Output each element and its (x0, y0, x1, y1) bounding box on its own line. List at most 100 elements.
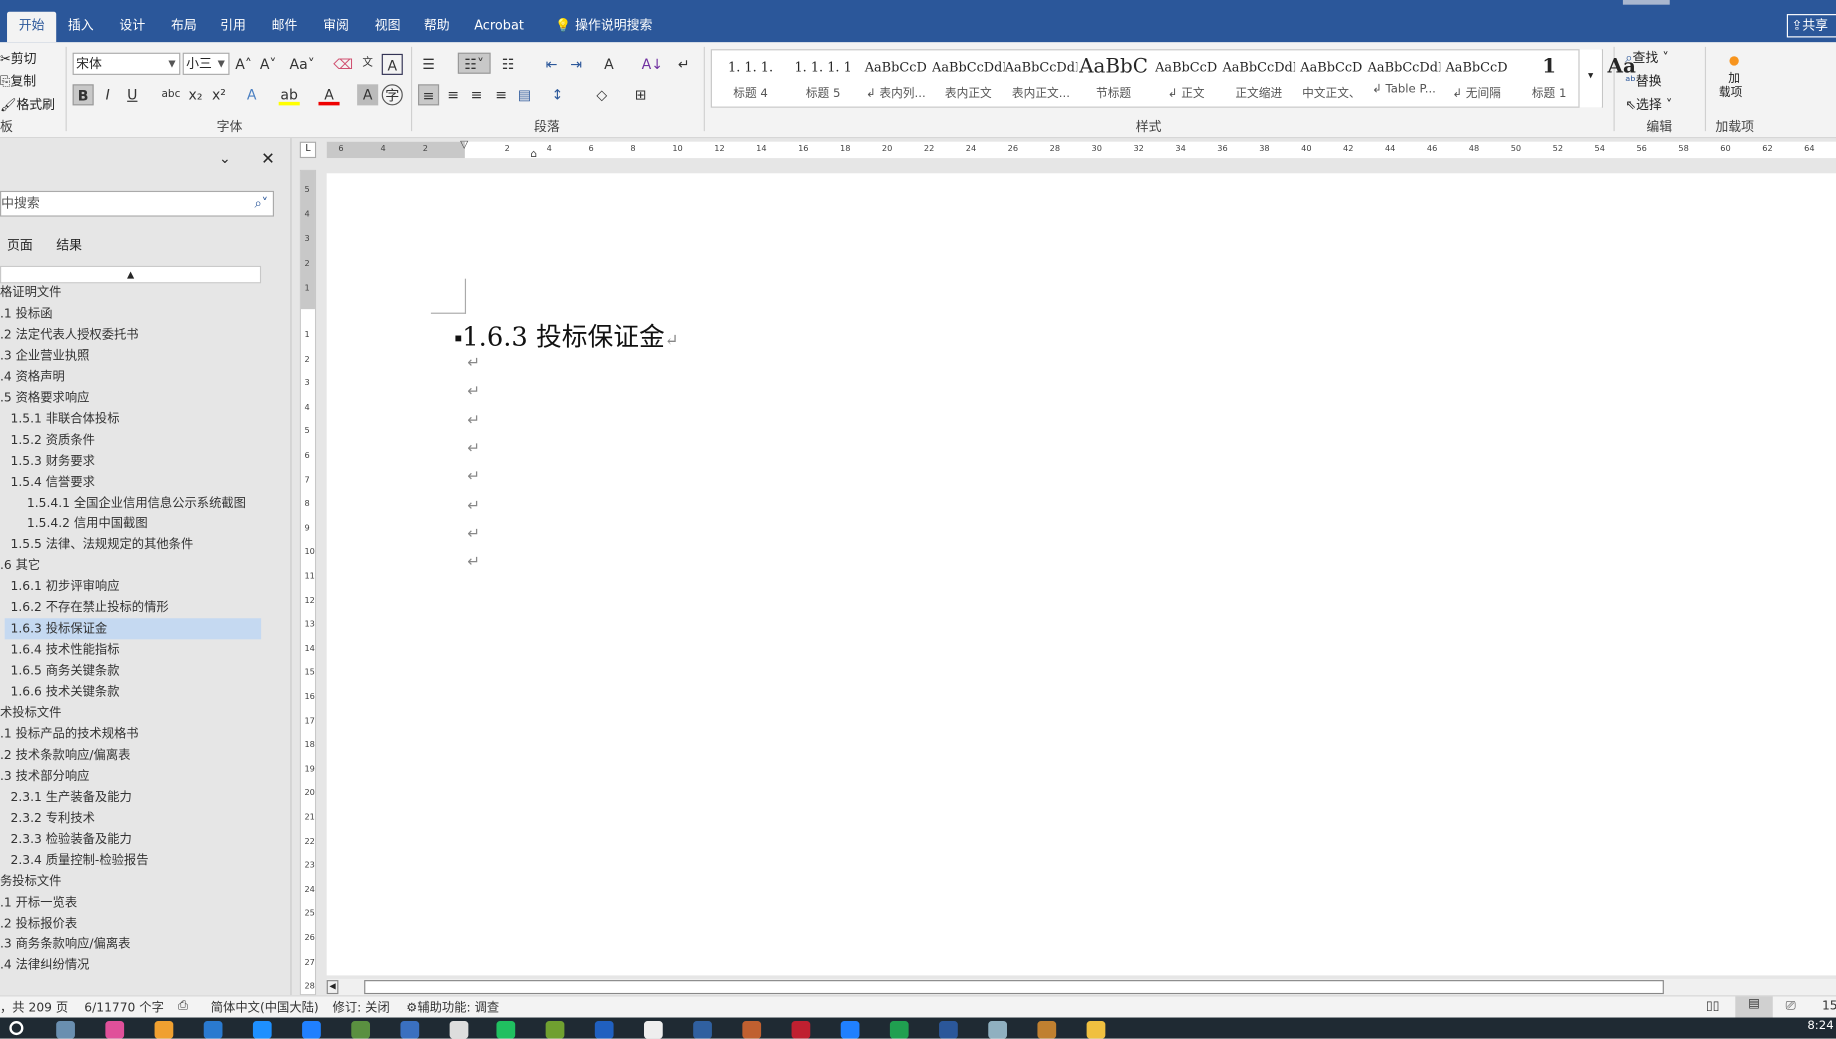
horizontal-ruler[interactable]: 6 4 2 2 4 6 8 10 12 14 16 18 20 22 24 26 28 30 32 34 36 38 40 4… (326, 139, 1836, 160)
style-2[interactable]: AaBbCcD ↲ 表内列... (859, 50, 932, 106)
tab-9[interactable]: Acrobat (463, 14, 536, 42)
nav-heading-item[interactable]: .4 资格声明 (0, 366, 65, 387)
nav-collapse-up-button[interactable]: ▲ (0, 265, 262, 284)
taskbar-app-icon[interactable] (644, 1021, 663, 1039)
nav-heading-item[interactable]: 2.3.1 生产装备及能力 (0, 787, 132, 808)
style-8[interactable]: AaBbCcD 中文正文、 (1295, 50, 1368, 106)
nav-heading-item[interactable]: 1.6.4 技术性能指标 (0, 639, 120, 660)
tab-5[interactable]: 邮件 (260, 14, 309, 42)
taskbar-app-icon[interactable] (252, 1021, 272, 1039)
page-count[interactable]: ，共 209 页 (0, 999, 68, 1017)
taskbar-app-icon[interactable] (203, 1021, 223, 1039)
taskbar-app-icon[interactable] (791, 1021, 811, 1039)
tab-0[interactable]: 开始 (7, 11, 57, 43)
nav-heading-item[interactable]: .1 开标一览表 (0, 892, 77, 913)
nav-heading-item[interactable]: 2.3.3 检验装备及能力 (0, 829, 132, 850)
style-6[interactable]: AaBbCcD ↲ 正文 (1150, 50, 1223, 106)
enclose-characters-icon[interactable]: 字 (381, 84, 403, 106)
language-status[interactable]: 简体中文(中国大陆) (211, 999, 319, 1017)
taskbar-app-icon[interactable] (1037, 1021, 1057, 1039)
tab-2[interactable]: 设计 (108, 14, 157, 42)
print-layout-icon[interactable]: ▤ (1735, 996, 1773, 1018)
decrease-indent-icon[interactable]: ⇤ (541, 54, 562, 75)
accessibility-status[interactable]: ⚙辅助功能: 调查 (406, 999, 499, 1017)
nav-heading-item[interactable]: .1 投标产品的技术规格书 (0, 724, 139, 745)
borders-icon[interactable]: ⊞ (630, 84, 651, 105)
nav-heading-item[interactable]: .3 企业营业执照 (0, 345, 89, 366)
nav-heading-item[interactable]: 务投标文件 (0, 871, 61, 892)
taskbar-app-icon[interactable] (988, 1021, 1007, 1039)
cut-button[interactable]: ✂剪切 (0, 49, 37, 68)
multilevel-list-icon[interactable]: ☷ (498, 54, 519, 75)
sort-icon[interactable]: A↓ (642, 54, 663, 75)
taskbar-app-icon[interactable] (840, 1021, 860, 1039)
format-painter-button[interactable]: 🖌格式刷 (0, 95, 55, 114)
font-name-combo[interactable]: 宋体 ▼ (72, 52, 181, 75)
nav-heading-item[interactable]: 格证明文件 (0, 282, 61, 303)
shading-icon[interactable]: ◇ (591, 84, 612, 105)
bullets-icon[interactable]: ☰ (418, 54, 439, 75)
tab-3[interactable]: 布局 (159, 14, 208, 42)
nav-heading-item[interactable]: 1.5.4 信誉要求 (0, 471, 95, 492)
taskbar-app-icon[interactable] (400, 1021, 420, 1039)
style-11[interactable]: 1 标题 1 (1513, 50, 1586, 106)
nav-heading-item[interactable]: 1.6.5 商务关键条款 (0, 661, 120, 682)
style-5[interactable]: AaBbC 节标题 (1077, 50, 1150, 106)
nav-heading-item[interactable]: 1.5.5 法律、法规规定的其他条件 (0, 534, 194, 555)
tab-6[interactable]: 审阅 (311, 14, 360, 42)
character-border-icon[interactable]: A (381, 53, 403, 75)
word-count[interactable]: 6/11770 个字 (84, 999, 164, 1017)
italic-icon[interactable]: I (97, 84, 118, 105)
tab-1[interactable]: 插入 (56, 14, 105, 42)
subscript-icon[interactable]: x₂ (185, 84, 206, 105)
grow-font-icon[interactable]: A˄ (233, 54, 254, 75)
taskbar-app-icon[interactable] (1086, 1021, 1106, 1039)
tab-8[interactable]: 帮助 (412, 14, 461, 42)
nav-heading-item[interactable]: 1.6.1 初步评审响应 (0, 576, 120, 597)
nav-heading-item[interactable]: 1.6.2 不存在禁止投标的情形 (0, 597, 169, 618)
bold-icon[interactable]: B (72, 84, 94, 106)
align-right-icon[interactable]: ≡ (466, 84, 487, 105)
addins-button[interactable]: 加 载项 (1719, 56, 1745, 100)
style-10[interactable]: AaBbCcD ↲ 无间隔 (1440, 50, 1513, 106)
show-marks-icon[interactable]: ↵ (673, 54, 694, 75)
proofing-icon[interactable]: ⎙ (178, 999, 188, 1014)
nav-heading-item[interactable]: 2.3.4 质量控制-检验报告 (0, 850, 149, 871)
vertical-ruler[interactable]: 5 4 3 2 1 1 2 3 4 5 6 7 8 9 10 11 12 13 14 15 16 17 18 19 20 21 22… (299, 169, 317, 996)
horizontal-scrollbar[interactable]: ◀ (326, 978, 1836, 996)
style-0[interactable]: 1. 1. 1. 标题 4 (714, 50, 787, 106)
nav-close-icon[interactable]: ✕ (261, 150, 275, 169)
nav-heading-item[interactable]: .6 其它 (0, 555, 40, 576)
read-mode-icon[interactable]: ▯▯ (1706, 999, 1720, 1013)
nav-heading-item[interactable]: .1 投标函 (0, 303, 53, 324)
nav-heading-item[interactable]: 1.6.3 投标保证金 (4, 618, 262, 640)
taskbar-app-icon[interactable] (351, 1021, 371, 1039)
web-layout-icon[interactable]: ⎚ (1786, 999, 1796, 1014)
tab-7[interactable]: 视图 (363, 14, 412, 42)
nav-heading-item[interactable]: .4 法律纠纷情况 (0, 955, 89, 976)
zoom-level[interactable]: 15 (1822, 999, 1836, 1013)
style-4[interactable]: AaBbCcDdI 表内正文... (1005, 50, 1078, 106)
taskbar-app-icon[interactable] (742, 1021, 762, 1039)
nav-heading-item[interactable]: .2 技术条款响应/偏离表 (0, 745, 130, 766)
line-spacing-icon[interactable]: ↕ (547, 84, 568, 105)
increase-indent-icon[interactable]: ⇥ (566, 54, 587, 75)
superscript-icon[interactable]: x² (208, 84, 229, 105)
taskbar-app-icon[interactable] (9, 1021, 24, 1036)
nav-options-chevron-icon[interactable]: ⌄ (219, 150, 231, 166)
scroll-left-button[interactable]: ◀ (326, 980, 339, 995)
shrink-font-icon[interactable]: A˅ (258, 54, 279, 75)
taskbar-app-icon[interactable] (154, 1021, 174, 1039)
font-color-icon[interactable]: A (318, 84, 340, 106)
tab-4[interactable]: 引用 (208, 14, 257, 42)
taskbar-app-icon[interactable] (302, 1021, 321, 1039)
style-3[interactable]: AaBbCcDdI 表内正文 (932, 50, 1005, 106)
style-1[interactable]: 1. 1. 1. 1 标题 5 (787, 50, 860, 106)
tab-selector[interactable]: L (299, 141, 317, 159)
taskbar-app-icon[interactable] (449, 1021, 469, 1039)
styles-more-button[interactable]: ▾ (1578, 49, 1602, 108)
tell-me-search[interactable]: 💡 操作说明搜索 (543, 14, 664, 42)
font-size-combo[interactable]: 小三 ▼ (182, 52, 230, 75)
nav-heading-item[interactable]: .3 商务条款响应/偏离表 (0, 934, 130, 955)
nav-heading-item[interactable]: 1.5.1 非联合体投标 (0, 408, 120, 429)
